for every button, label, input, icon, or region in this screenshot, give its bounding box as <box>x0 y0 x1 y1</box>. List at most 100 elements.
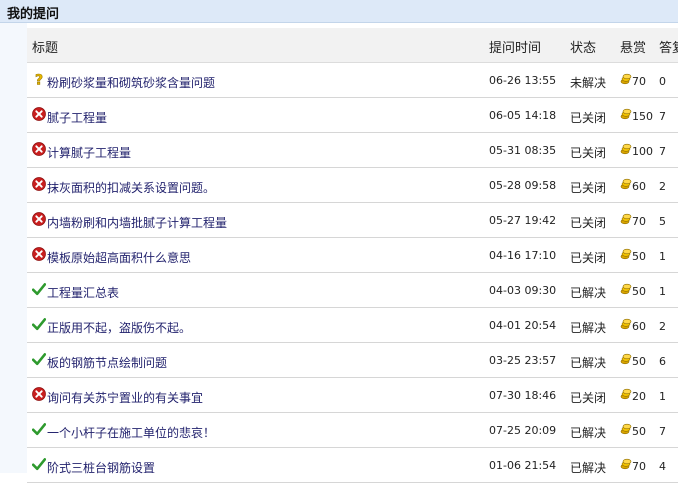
question-title-link[interactable]: 正版用不起，盗版伤不起。 <box>47 319 191 336</box>
table-row: 一个小杆子在施工单位的悲哀！ 07-25 20:09 已解决 50 7 <box>27 413 678 448</box>
table-row: 工程量汇总表 04-03 09:30 已解决 50 1 <box>27 273 678 308</box>
question-status: 已解决 <box>570 356 607 370</box>
question-reward: 60 <box>632 180 646 193</box>
question-title-link[interactable]: 询问有关苏宁置业的有关事宜 <box>47 389 203 406</box>
col-status-header[interactable]: 状态 <box>570 37 596 56</box>
question-title-link[interactable]: 计算腻子工程量 <box>47 144 131 161</box>
question-reward: 70 <box>632 460 646 473</box>
table-row: 模板原始超高面积什么意思 04-16 17:10 已关闭 50 1 <box>27 238 678 273</box>
table-row: 内墙粉刷和内墙批腻子计算工程量 05-27 19:42 已关闭 70 5 <box>27 203 678 238</box>
coin-icon <box>620 283 632 295</box>
question-answers: 6 <box>659 355 666 368</box>
col-answers-header[interactable]: 答复 <box>659 37 678 56</box>
question-title-link[interactable]: 阶式三桩台钢筋设置 <box>47 459 155 476</box>
question-status: 已关闭 <box>570 251 607 265</box>
col-title-header[interactable]: 标题 <box>32 37 58 56</box>
question-reward: 50 <box>632 425 646 438</box>
question-answers: 1 <box>659 285 666 298</box>
solved-icon <box>31 317 47 331</box>
question-answers: 0 <box>659 75 666 88</box>
question-time: 03-25 23:57 <box>489 354 557 367</box>
solved-icon <box>31 282 47 296</box>
question-reward: 20 <box>632 390 646 403</box>
question-time: 04-01 20:54 <box>489 319 557 332</box>
closed-icon <box>32 212 46 226</box>
table-row: 腻子工程量 06-05 14:18 已关闭 150 7 <box>27 98 678 133</box>
question-title-link[interactable]: 板的钢筋节点绘制问题 <box>47 354 167 371</box>
question-status: 未解决 <box>570 76 607 90</box>
question-status: 已解决 <box>570 426 607 440</box>
question-answers: 4 <box>659 460 666 473</box>
table-row: 询问有关苏宁置业的有关事宜 07-30 18:46 已关闭 20 1 <box>27 378 678 413</box>
question-title-link[interactable]: 粉刷砂浆量和砌筑砂浆含量问题 <box>47 74 215 91</box>
question-reward: 70 <box>632 215 646 228</box>
coin-icon <box>620 178 632 190</box>
coin-icon <box>620 108 632 120</box>
question-time: 07-30 18:46 <box>489 389 557 402</box>
question-reward: 50 <box>632 355 646 368</box>
col-reward-header[interactable]: 悬赏 <box>620 37 646 56</box>
table-header: 标题 提问时间 状态 悬赏 答复 <box>27 28 678 63</box>
question-reward: 70 <box>632 75 646 88</box>
question-answers: 5 <box>659 215 666 228</box>
svg-text:?: ? <box>35 73 43 87</box>
question-reward: 60 <box>632 320 646 333</box>
coin-icon <box>620 458 632 470</box>
question-title-link[interactable]: 抹灰面积的扣减关系设置问题。 <box>47 179 215 196</box>
question-time: 01-06 21:54 <box>489 459 557 472</box>
table-row: 抹灰面积的扣减关系设置问题。 05-28 09:58 已关闭 60 2 <box>27 168 678 203</box>
question-reward: 50 <box>632 250 646 263</box>
question-title-link[interactable]: 一个小杆子在施工单位的悲哀！ <box>47 424 215 441</box>
question-reward: 100 <box>632 145 653 158</box>
col-time-header[interactable]: 提问时间 <box>489 37 541 56</box>
question-status: 已关闭 <box>570 111 607 125</box>
coin-icon <box>620 73 632 85</box>
table-row: 正版用不起，盗版伤不起。 04-01 20:54 已解决 60 2 <box>27 308 678 343</box>
question-status: 已关闭 <box>570 391 607 405</box>
table-row: 板的钢筋节点绘制问题 03-25 23:57 已解决 50 6 <box>27 343 678 378</box>
question-reward: 50 <box>632 285 646 298</box>
question-answers: 2 <box>659 180 666 193</box>
table-row: 阶式三桩台钢筋设置 01-06 21:54 已解决 70 4 <box>27 448 678 483</box>
closed-icon <box>32 387 46 401</box>
solved-icon <box>31 352 47 366</box>
question-status: 已解决 <box>570 321 607 335</box>
coin-icon <box>620 353 632 365</box>
questions-table: 标题 提问时间 状态 悬赏 答复 ? 粉刷砂浆量和砌筑砂浆含量问题 06-26 13… <box>27 28 678 483</box>
table-row: 计算腻子工程量 05-31 08:35 已关闭 100 7 <box>27 133 678 168</box>
question-status: 已关闭 <box>570 216 607 230</box>
question-answers: 1 <box>659 250 666 263</box>
coin-icon <box>620 318 632 330</box>
question-time: 06-05 14:18 <box>489 109 557 122</box>
solved-icon <box>31 457 47 471</box>
question-status: 已解决 <box>570 461 607 475</box>
question-answers: 2 <box>659 320 666 333</box>
question-time: 04-03 09:30 <box>489 284 557 297</box>
left-band <box>0 23 27 473</box>
question-time: 05-28 09:58 <box>489 179 557 192</box>
table-body: ? 粉刷砂浆量和砌筑砂浆含量问题 06-26 13:55 未解决 70 0 腻子工程量 06-… <box>27 63 678 483</box>
section-title: 我的提问 <box>7 7 60 22</box>
question-title-link[interactable]: 内墙粉刷和内墙批腻子计算工程量 <box>47 214 227 231</box>
question-reward: 150 <box>632 110 653 123</box>
question-title-link[interactable]: 工程量汇总表 <box>47 284 119 301</box>
question-title-link[interactable]: 模板原始超高面积什么意思 <box>47 249 191 266</box>
question-status: 已关闭 <box>570 146 607 160</box>
question-icon: ? <box>32 72 46 89</box>
closed-icon <box>32 247 46 261</box>
coin-icon <box>620 213 632 225</box>
closed-icon <box>32 177 46 191</box>
closed-icon <box>32 142 46 156</box>
question-time: 05-27 19:42 <box>489 214 557 227</box>
question-time: 07-25 20:09 <box>489 424 557 437</box>
question-time: 04-16 17:10 <box>489 249 557 262</box>
coin-icon <box>620 388 632 400</box>
question-title-link[interactable]: 腻子工程量 <box>47 109 107 126</box>
question-answers: 7 <box>659 110 666 123</box>
table-row: ? 粉刷砂浆量和砌筑砂浆含量问题 06-26 13:55 未解决 70 0 <box>27 63 678 98</box>
question-time: 06-26 13:55 <box>489 74 557 87</box>
question-answers: 7 <box>659 425 666 438</box>
question-answers: 1 <box>659 390 666 403</box>
question-status: 已解决 <box>570 286 607 300</box>
closed-icon <box>32 107 46 121</box>
